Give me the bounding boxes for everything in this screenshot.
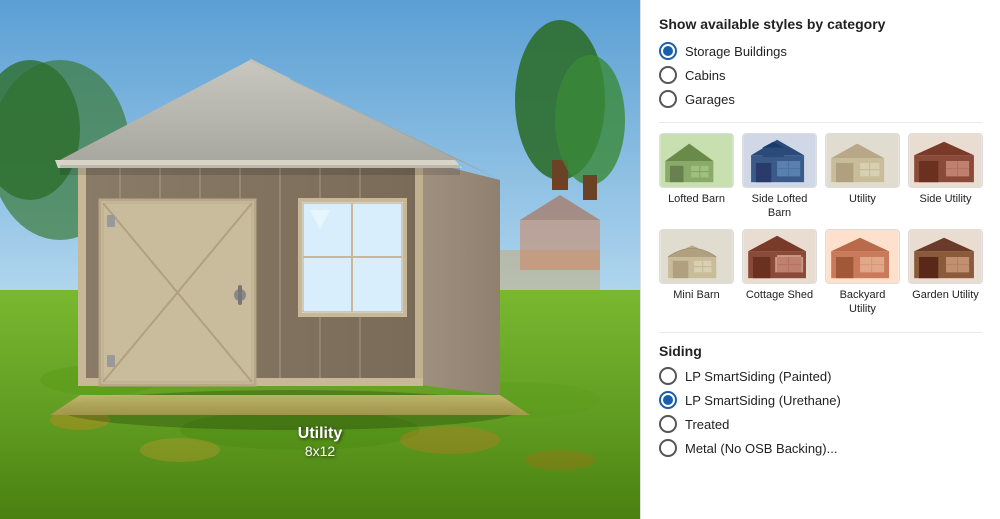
style-name-backyard-utility: Backyard Utility (825, 288, 900, 317)
siding-title: Siding (659, 343, 982, 359)
style-thumb-mini-barn (659, 229, 734, 284)
style-thumb-cottage-shed (742, 229, 817, 284)
siding-lp-urethane[interactable]: LP SmartSiding (Urethane) (659, 391, 982, 409)
category-title: Show available styles by category (659, 16, 982, 32)
radio-lp-urethane (659, 391, 677, 409)
style-backyard-utility[interactable]: Backyard Utility (825, 229, 900, 317)
category-cabins[interactable]: Cabins (659, 66, 982, 84)
style-thumb-lofted-barn (659, 133, 734, 188)
style-thumb-backyard-utility (825, 229, 900, 284)
style-side-utility[interactable]: Side Utility (908, 133, 983, 221)
category-radio-group: Storage Buildings Cabins Garages (659, 42, 982, 108)
radio-metal (659, 439, 677, 457)
style-garden-utility[interactable]: Garden Utility (908, 229, 983, 317)
style-mini-barn[interactable]: Mini Barn (659, 229, 734, 317)
siding-treated-label: Treated (685, 417, 729, 432)
style-name-side-utility: Side Utility (920, 192, 972, 206)
radio-lp-painted (659, 367, 677, 385)
style-name-cottage-shed: Cottage Shed (746, 288, 813, 302)
style-utility[interactable]: Utility (825, 133, 900, 221)
style-name-garden-utility: Garden Utility (912, 288, 979, 302)
radio-storage (659, 42, 677, 60)
siding-metal-label: Metal (No OSB Backing)... (685, 441, 837, 456)
siding-lp-urethane-label: LP SmartSiding (Urethane) (685, 393, 841, 408)
style-side-lofted-barn[interactable]: Side Lofted Barn (742, 133, 817, 221)
building-name: Utility (298, 425, 342, 443)
building-size: 8x12 (298, 443, 342, 459)
options-panel: Show available styles by category Storag… (640, 0, 1000, 519)
category-cabins-label: Cabins (685, 68, 725, 83)
style-thumb-side-utility (908, 133, 983, 188)
style-thumb-side-lofted-barn (742, 133, 817, 188)
divider-1 (659, 122, 982, 123)
siding-treated[interactable]: Treated (659, 415, 982, 433)
radio-garages (659, 90, 677, 108)
style-grid: Lofted Barn Side Lofted Barn (659, 133, 982, 316)
style-thumb-garden-utility (908, 229, 983, 284)
style-name-utility: Utility (849, 192, 876, 206)
style-name-mini-barn: Mini Barn (673, 288, 719, 302)
siding-lp-painted-label: LP SmartSiding (Painted) (685, 369, 831, 384)
style-name-lofted-barn: Lofted Barn (668, 192, 725, 206)
building-label: Utility 8x12 (298, 425, 342, 459)
siding-metal[interactable]: Metal (No OSB Backing)... (659, 439, 982, 457)
radio-cabins (659, 66, 677, 84)
style-thumb-utility (825, 133, 900, 188)
siding-radio-group: LP SmartSiding (Painted) LP SmartSiding … (659, 367, 982, 457)
style-name-side-lofted-barn: Side Lofted Barn (742, 192, 817, 221)
style-cottage-shed[interactable]: Cottage Shed (742, 229, 817, 317)
radio-treated (659, 415, 677, 433)
building-preview: Utility 8x12 (0, 0, 640, 519)
category-storage-label: Storage Buildings (685, 44, 787, 59)
category-garages-label: Garages (685, 92, 735, 107)
category-storage[interactable]: Storage Buildings (659, 42, 982, 60)
divider-2 (659, 332, 982, 333)
siding-lp-painted[interactable]: LP SmartSiding (Painted) (659, 367, 982, 385)
category-garages[interactable]: Garages (659, 90, 982, 108)
style-lofted-barn[interactable]: Lofted Barn (659, 133, 734, 221)
